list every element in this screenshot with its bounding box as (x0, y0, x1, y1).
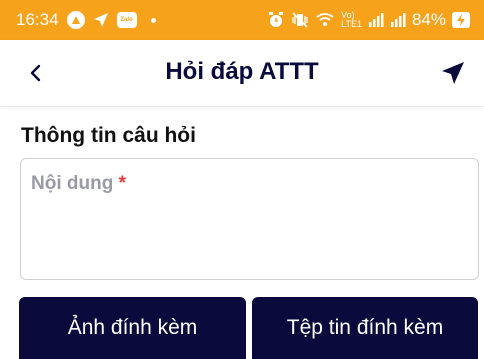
app-notification-icon (66, 11, 85, 29)
page-title: Hỏi đáp ATTT (165, 58, 319, 85)
status-time: 16:34 (16, 10, 59, 29)
status-left: 16:34 Zalo (16, 10, 156, 30)
signal-strength-icon (368, 13, 384, 27)
status-right: Vo) LTE1 84% (267, 10, 470, 30)
zalo-icon-label: Zalo (120, 17, 133, 23)
wifi-icon (315, 12, 335, 28)
section-title: Thông tin câu hỏi (21, 124, 196, 147)
signal-strength-2-icon (390, 13, 406, 27)
location-arrow-icon (93, 12, 109, 28)
battery-percent: 84% (411, 10, 446, 29)
app-header: Hỏi đáp ATTT (0, 40, 484, 107)
attach-file-button[interactable]: Tệp tin đính kèm (252, 297, 478, 359)
more-notifications-dot-icon (150, 17, 156, 23)
status-bar: 16:34 Zalo Vo) LTE1 84% (0, 0, 484, 40)
vibrate-mute-icon (291, 11, 309, 29)
content-label: Nội dung * (31, 173, 126, 195)
content-label-text: Nội dung (31, 173, 114, 194)
volte-indicator: Vo) LTE1 (341, 11, 362, 29)
zalo-icon: Zalo (116, 12, 137, 28)
alarm-icon (267, 11, 285, 29)
required-mark: * (118, 173, 126, 194)
send-icon (442, 62, 464, 84)
battery-saver-icon (452, 12, 470, 28)
send-button[interactable] (440, 60, 466, 86)
attach-image-button[interactable]: Ảnh đính kèm (19, 297, 246, 359)
volte-line2: LTE1 (341, 19, 362, 29)
content-textarea[interactable]: Nội dung * (20, 158, 479, 280)
